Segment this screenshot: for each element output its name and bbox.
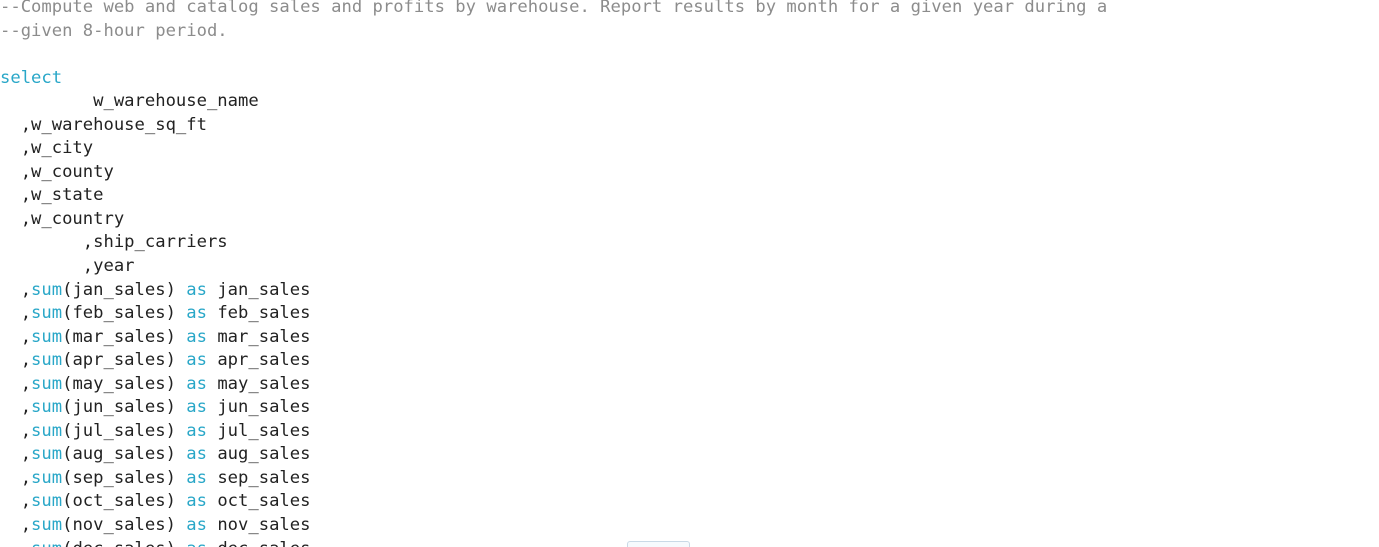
- sql-keyword: as: [186, 350, 207, 371]
- code-line[interactable]: --given 8-hour period.: [0, 20, 1107, 44]
- code-line[interactable]: ,w_county: [0, 161, 1107, 185]
- code-line[interactable]: ,w_country: [0, 208, 1107, 232]
- sql-text: (may_sales): [62, 373, 187, 394]
- sql-keyword: sum: [31, 467, 63, 488]
- sql-text: ,w_state: [0, 185, 104, 206]
- sql-text: ,year: [0, 256, 135, 277]
- sql-editor[interactable]: --Compute web and catalog sales and prof…: [0, 0, 1379, 547]
- sql-text: ,: [0, 373, 32, 394]
- sql-keyword: sum: [31, 279, 63, 300]
- sql-text: ,w_city: [0, 138, 94, 159]
- sql-keyword: as: [186, 326, 207, 347]
- sql-keyword: as: [186, 467, 207, 488]
- sql-text: ,: [0, 350, 32, 371]
- sql-text: apr_sales: [206, 350, 311, 371]
- sql-keyword: sum: [31, 397, 63, 418]
- sql-text: jul_sales: [206, 420, 311, 441]
- sql-text: (jun_sales): [62, 397, 187, 418]
- sql-text: ,: [0, 539, 31, 547]
- code-line[interactable]: ,year: [0, 255, 1107, 279]
- sql-text: ,: [0, 279, 32, 300]
- sql-text: (feb_sales): [62, 303, 187, 324]
- sql-text: (aug_sales): [62, 444, 187, 465]
- sql-keyword: sum: [31, 350, 63, 371]
- sql-text: ,ship_carriers: [0, 232, 228, 253]
- sql-keyword: as: [186, 420, 207, 441]
- sql-text: ,: [0, 326, 32, 347]
- sql-text: feb_sales: [206, 303, 311, 324]
- sql-keyword: as: [186, 279, 207, 300]
- sql-text: (apr_sales): [62, 350, 187, 371]
- sql-keyword: select: [0, 67, 63, 88]
- sql-keyword: sum: [31, 444, 63, 465]
- sql-keyword: as: [186, 397, 207, 418]
- code-line[interactable]: ,ship_carriers: [0, 231, 1107, 255]
- code-line[interactable]: ,w_city: [0, 137, 1107, 161]
- code-line[interactable]: ,sum(mar_sales) as mar_sales: [0, 326, 1107, 350]
- sql-text: may_sales: [206, 373, 311, 394]
- horizontal-scrollbar-thumb[interactable]: [627, 541, 690, 547]
- code-area[interactable]: --Compute web and catalog sales and prof…: [0, 0, 1107, 547]
- sql-keyword: as: [186, 373, 207, 394]
- code-line[interactable]: ,sum(jun_sales) as jun_sales: [0, 396, 1107, 420]
- sql-text: ,: [0, 444, 32, 465]
- sql-text: mar_sales: [206, 326, 311, 347]
- code-line[interactable]: ,sum(jul_sales) as jul_sales: [0, 420, 1107, 444]
- sql-text: (jul_sales): [62, 420, 187, 441]
- sql-keyword: as: [186, 539, 207, 547]
- code-line[interactable]: select: [0, 67, 1107, 91]
- code-line[interactable]: ,sum(apr_sales) as apr_sales: [0, 349, 1107, 373]
- code-line[interactable]: ,sum(dec_sales) as dec_sales: [0, 538, 1107, 547]
- code-line[interactable]: ,sum(oct_sales) as oct_sales: [0, 490, 1107, 514]
- code-line[interactable]: w_warehouse_name: [0, 90, 1107, 114]
- code-line[interactable]: ,sum(aug_sales) as aug_sales: [0, 443, 1107, 467]
- sql-text: oct_sales: [206, 491, 311, 512]
- sql-text: dec_sales: [207, 539, 310, 547]
- sql-text: (mar_sales): [62, 326, 187, 347]
- sql-text: jan_sales: [206, 279, 311, 300]
- sql-text: aug_sales: [206, 444, 311, 465]
- code-line[interactable]: ,sum(feb_sales) as feb_sales: [0, 302, 1107, 326]
- sql-comment: --Compute web and catalog sales and prof…: [0, 0, 1108, 17]
- sql-keyword: as: [186, 491, 207, 512]
- code-line[interactable]: --Compute web and catalog sales and prof…: [0, 0, 1107, 20]
- sql-text: ,: [0, 491, 32, 512]
- sql-keyword: as: [186, 444, 207, 465]
- sql-text: w_warehouse_name: [0, 91, 259, 112]
- sql-text: ,: [0, 515, 32, 536]
- code-line[interactable]: ,w_state: [0, 184, 1107, 208]
- sql-text: (jan_sales): [62, 279, 187, 300]
- sql-text: ,: [0, 303, 32, 324]
- code-line[interactable]: [0, 43, 1107, 67]
- sql-keyword: sum: [31, 420, 63, 441]
- sql-text: (dec_sales): [62, 539, 186, 547]
- sql-keyword: sum: [31, 491, 63, 512]
- sql-text: ,: [0, 467, 32, 488]
- code-line[interactable]: ,sum(jan_sales) as jan_sales: [0, 279, 1107, 303]
- sql-text: ,: [0, 397, 32, 418]
- sql-text: (sep_sales): [62, 467, 187, 488]
- sql-text: jun_sales: [206, 397, 311, 418]
- sql-keyword: sum: [31, 326, 63, 347]
- code-line[interactable]: ,sum(may_sales) as may_sales: [0, 373, 1107, 397]
- sql-text: (oct_sales): [62, 491, 187, 512]
- sql-keyword: sum: [31, 373, 63, 394]
- sql-comment: --given 8-hour period.: [0, 20, 228, 41]
- sql-keyword: sum: [31, 539, 62, 547]
- sql-text: nov_sales: [206, 515, 311, 536]
- sql-text: ,w_country: [0, 208, 125, 229]
- code-line[interactable]: ,sum(sep_sales) as sep_sales: [0, 467, 1107, 491]
- sql-keyword: sum: [31, 515, 63, 536]
- sql-text: ,: [0, 420, 32, 441]
- sql-text: ,w_county: [0, 161, 114, 182]
- code-line[interactable]: ,sum(nov_sales) as nov_sales: [0, 514, 1107, 538]
- sql-keyword: sum: [31, 303, 63, 324]
- code-line[interactable]: ,w_warehouse_sq_ft: [0, 114, 1107, 138]
- sql-keyword: as: [186, 515, 207, 536]
- sql-text: ,w_warehouse_sq_ft: [0, 114, 207, 135]
- sql-keyword: as: [186, 303, 207, 324]
- sql-text: sep_sales: [206, 467, 311, 488]
- sql-text: (nov_sales): [62, 515, 187, 536]
